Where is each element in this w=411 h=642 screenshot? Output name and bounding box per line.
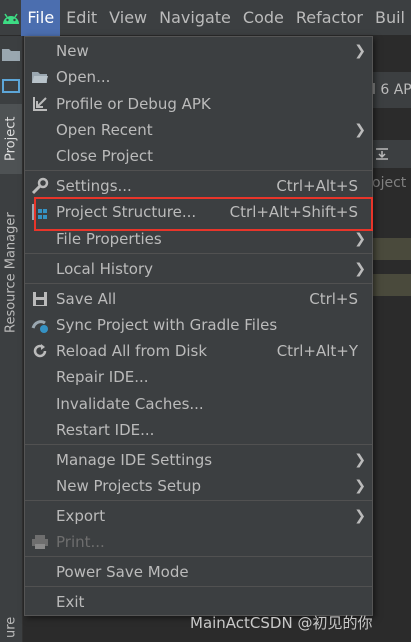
menu-separator (25, 283, 372, 284)
project-tree-text: oject (372, 175, 407, 191)
menu-settings-shortcut: Ctrl+Alt+S (276, 177, 358, 195)
menu-reload-label: Reload All from Disk (56, 342, 208, 360)
tree-row-highlight (372, 238, 411, 260)
menu-edit[interactable]: Edit (60, 0, 103, 36)
menu-sync-gradle-label: Sync Project with Gradle Files (56, 316, 278, 334)
device-icon[interactable] (1, 78, 21, 96)
menu-separator (25, 556, 372, 557)
menu-profile-label: Profile or Debug APK (56, 95, 211, 113)
menu-restart-ide[interactable]: Restart IDE... (25, 417, 372, 443)
file-menu-dropdown: New ❯ Open... Profile or Debug APK Open … (24, 36, 373, 616)
submenu-arrow-icon: ❯ (354, 261, 366, 277)
menu-profile-debug-apk[interactable]: Profile or Debug APK (25, 91, 372, 117)
menu-save-all[interactable]: Save All Ctrl+S (25, 286, 372, 312)
menu-sync-gradle[interactable]: Sync Project with Gradle Files (25, 312, 372, 338)
menu-refactor[interactable]: Refactor (290, 0, 369, 36)
submenu-arrow-icon: ❯ (354, 478, 366, 494)
tree-row-highlight (372, 274, 411, 296)
menu-local-history[interactable]: Local History ❯ (25, 256, 372, 282)
menu-invalidate-caches[interactable]: Invalidate Caches... (25, 391, 372, 417)
menu-close-project-label: Close Project (56, 147, 153, 165)
menu-reload-shortcut: Ctrl+Alt+Y (276, 342, 358, 360)
menu-open-label: Open... (56, 68, 111, 86)
collapse-all-icon[interactable] (372, 140, 402, 168)
project-tool-tab[interactable]: Project (0, 104, 22, 174)
menu-file[interactable]: File (21, 0, 61, 36)
menu-repair-ide[interactable]: Repair IDE... (25, 364, 372, 390)
editor-tab[interactable]: l 6 AP (372, 72, 411, 108)
menu-power-save-label: Power Save Mode (56, 563, 189, 581)
menu-open-recent-label: Open Recent (56, 121, 153, 139)
menu-open[interactable]: Open... (25, 64, 372, 90)
annotation-highlight-box (34, 197, 373, 231)
menu-power-save-mode[interactable]: Power Save Mode (25, 559, 372, 585)
folder-icon[interactable] (1, 46, 21, 64)
menu-exit-label: Exit (56, 593, 85, 611)
menu-new[interactable]: New ❯ (25, 38, 372, 64)
menu-manage-ide-settings[interactable]: Manage IDE Settings ❯ (25, 447, 372, 473)
structure-tool-tab[interactable]: ure (0, 612, 22, 642)
menu-settings[interactable]: Settings... Ctrl+Alt+S (25, 173, 372, 199)
menu-new-projects-setup[interactable]: New Projects Setup ❯ (25, 473, 372, 499)
watermark-text: MainActCSDN @初见的你 (190, 614, 373, 632)
menu-separator (25, 586, 372, 587)
printer-icon (31, 533, 49, 551)
menu-new-projects-setup-label: New Projects Setup (56, 477, 202, 495)
editor-background: l 6 AP oject (372, 36, 411, 642)
menu-code[interactable]: Code (237, 0, 290, 36)
menu-separator (25, 170, 372, 171)
menu-invalidate-label: Invalidate Caches... (56, 395, 204, 413)
submenu-arrow-icon: ❯ (354, 508, 366, 524)
wrench-icon (31, 177, 49, 195)
menu-save-all-shortcut: Ctrl+S (309, 290, 358, 308)
menu-save-all-label: Save All (56, 290, 117, 308)
menu-manage-settings-label: Manage IDE Settings (56, 451, 213, 469)
menu-open-recent[interactable]: Open Recent ❯ (25, 117, 372, 143)
menu-bar: File Edit View Navigate Code Refactor Bu… (0, 0, 411, 36)
menu-navigate[interactable]: Navigate (153, 0, 237, 36)
gradle-sync-icon (31, 316, 49, 334)
submenu-arrow-icon: ❯ (354, 452, 366, 468)
apk-arrow-icon (31, 95, 49, 113)
menu-close-project[interactable]: Close Project (25, 143, 372, 169)
menu-separator (25, 253, 372, 254)
menu-export-label: Export (56, 507, 106, 525)
folder-open-icon (31, 68, 49, 86)
save-icon (31, 290, 49, 308)
menu-new-label: New (56, 42, 89, 60)
menu-print-label: Print... (56, 533, 105, 551)
menu-separator (25, 444, 372, 445)
menu-separator (25, 500, 372, 501)
project-toolbar (372, 140, 411, 168)
menu-build[interactable]: Buil (369, 0, 411, 36)
left-tool-strip: Project Resource Manager ure (0, 36, 23, 642)
menu-export[interactable]: Export ❯ (25, 503, 372, 529)
menu-view[interactable]: View (103, 0, 153, 36)
menu-reload-from-disk[interactable]: Reload All from Disk Ctrl+Alt+Y (25, 338, 372, 364)
android-icon[interactable] (0, 0, 21, 36)
resource-manager-tool-tab[interactable]: Resource Manager (0, 198, 22, 348)
submenu-arrow-icon: ❯ (354, 43, 366, 59)
menu-restart-label: Restart IDE... (56, 421, 155, 439)
menu-repair-label: Repair IDE... (56, 368, 149, 386)
submenu-arrow-icon: ❯ (354, 122, 366, 138)
reload-icon (31, 342, 49, 360)
menu-print: Print... (25, 529, 372, 555)
menu-local-history-label: Local History (56, 260, 154, 278)
menu-settings-label: Settings... (56, 177, 132, 195)
